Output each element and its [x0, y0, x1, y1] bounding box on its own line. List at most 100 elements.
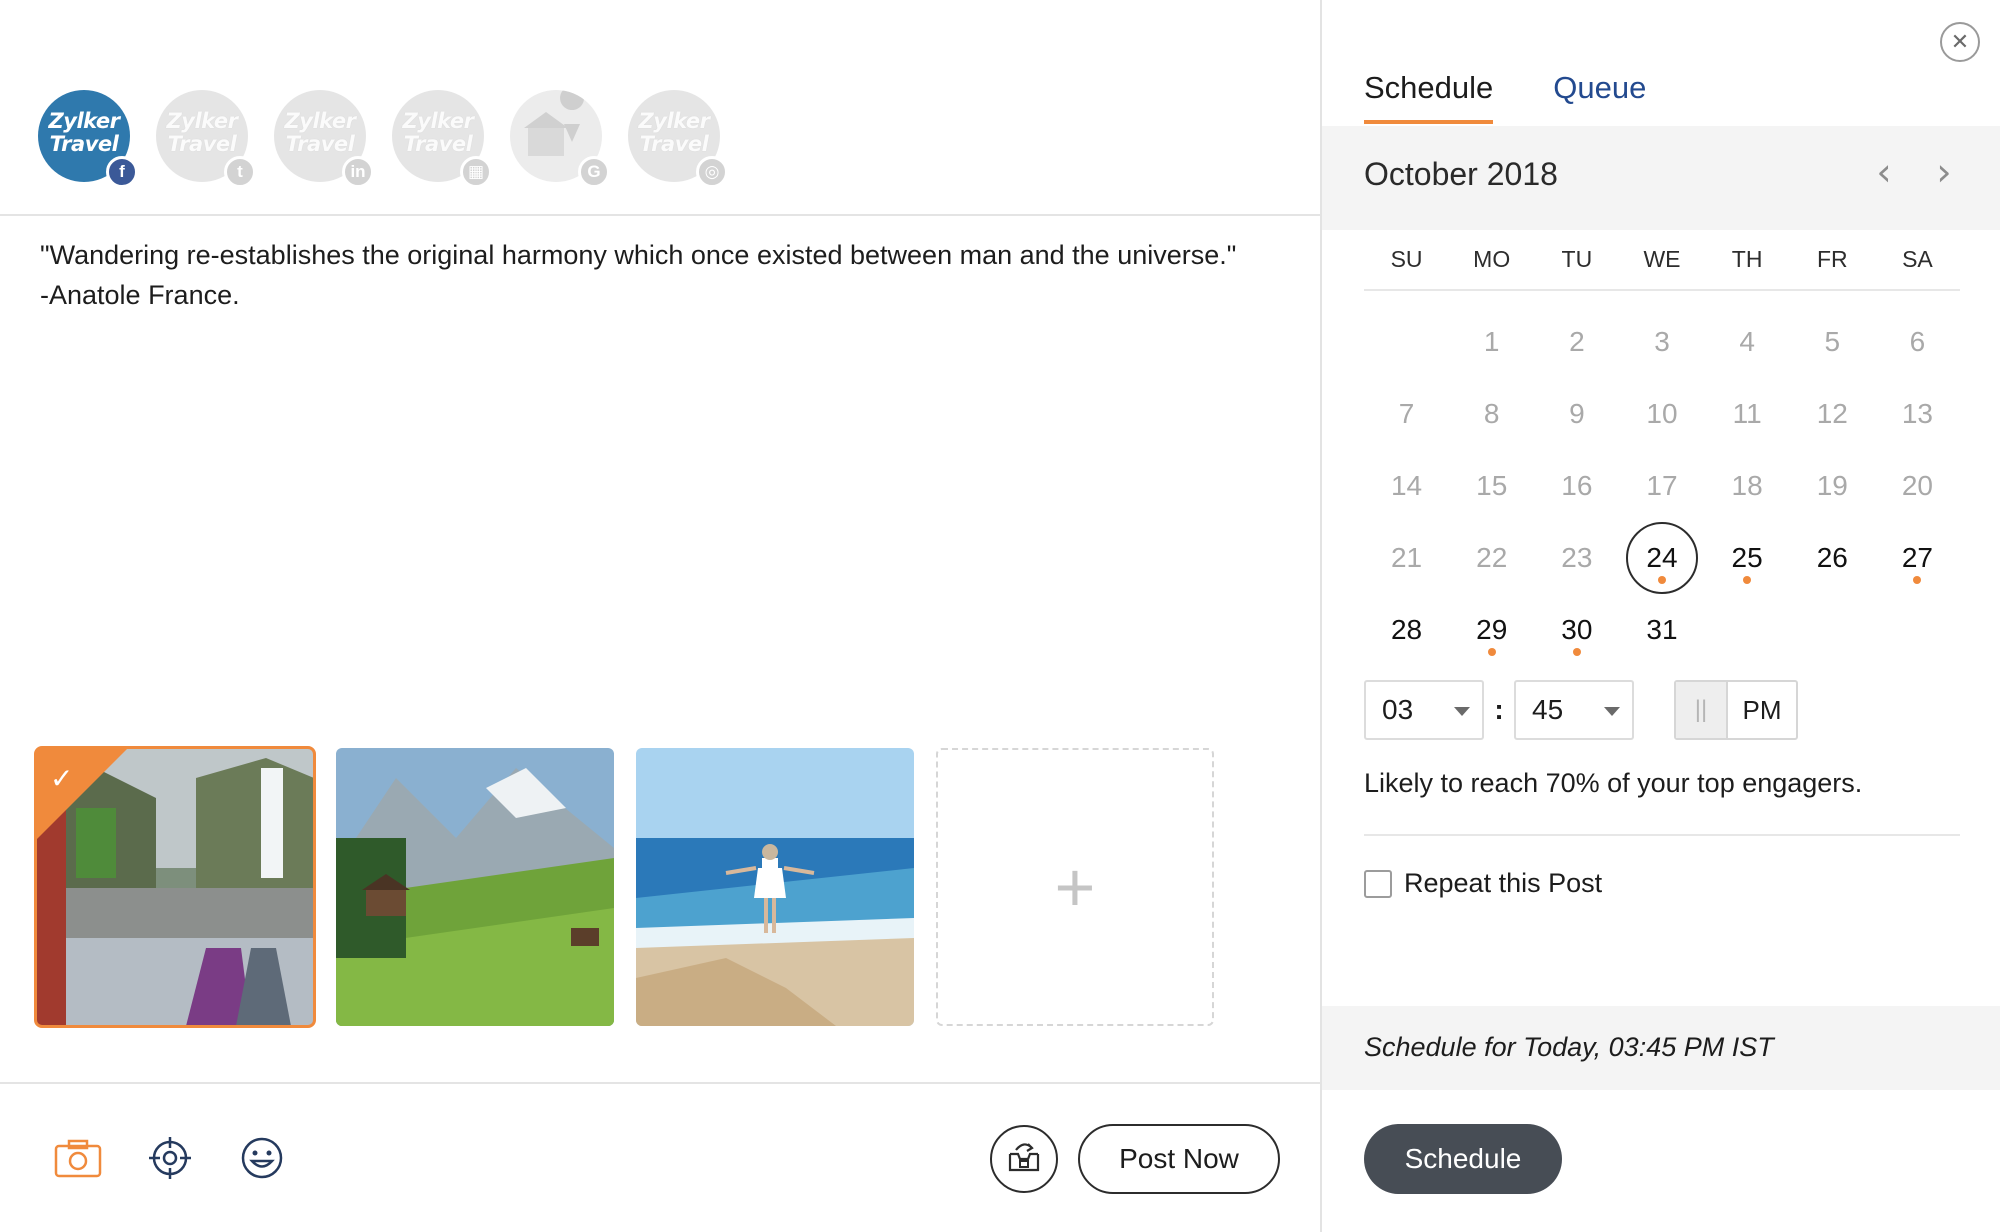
calendar-day-number: 7 [1398, 398, 1415, 429]
calendar-day[interactable]: 28 [1364, 594, 1449, 666]
linkedin-icon: in [342, 156, 374, 188]
calendar-day-number: 10 [1646, 398, 1678, 429]
calendar-day: 20 [1875, 450, 1960, 522]
calendar-day-number: 17 [1646, 470, 1678, 501]
calendar-day: 2 [1534, 306, 1619, 378]
calendar-day-number: 29 [1476, 614, 1508, 645]
scheduler-panel: ✕ Schedule Queue October 2018 ‹ › SU MO TU… [1320, 0, 2000, 1232]
calendar-day[interactable]: 30 [1534, 594, 1619, 666]
profile-twitter[interactable]: Zylker Travel t [156, 90, 256, 188]
time-picker: 03 : 45 || PM [1364, 680, 1798, 740]
calendar-day: 9 [1534, 378, 1619, 450]
caret-down-icon [1454, 707, 1470, 716]
month-label: October 2018 [1364, 156, 1558, 192]
drafts-icon [1006, 1140, 1042, 1179]
add-media-button[interactable]: + [936, 748, 1214, 1026]
schedule-summary-text: Schedule for Today, 03:45 PM IST [1364, 1032, 1774, 1062]
camera-icon[interactable] [52, 1132, 104, 1184]
close-icon[interactable]: ✕ [1940, 22, 1980, 62]
logo-text: Zylker Travel [166, 109, 238, 156]
scheduled-post-dot [1487, 648, 1496, 656]
calendar-day: 8 [1449, 378, 1534, 450]
calendar-day-number: 30 [1561, 614, 1593, 645]
logo-text: Zylker Travel [48, 109, 120, 156]
scheduled-post-dot [1657, 576, 1666, 584]
calendar-day-number: 23 [1561, 542, 1593, 573]
calendar-day: 11 [1705, 378, 1790, 450]
weekday-label: SA [1902, 246, 1933, 272]
calendar-day-number: 19 [1816, 470, 1848, 501]
media-thumb-beach[interactable] [636, 748, 914, 1026]
calendar-day-number: 3 [1654, 326, 1670, 357]
schedule-button[interactable]: Schedule [1364, 1124, 1562, 1194]
weekday-label: TU [1561, 246, 1593, 272]
calendar-day: 6 [1875, 306, 1960, 378]
profile-linkedin[interactable]: Zylker Travel in [274, 90, 374, 188]
calendar-day-number: 20 [1901, 470, 1933, 501]
compose-dialog: Zylker Travel f Zylker Travel t Zylker Travel in… [0, 0, 2000, 1232]
logo-text: Zylker Travel [284, 109, 356, 156]
profile-company-page[interactable]: Zylker Travel ▦ [392, 90, 492, 188]
calendar-day-today[interactable]: 24 [1619, 522, 1704, 594]
calendar-day-number: 27 [1901, 542, 1933, 573]
drafts-button[interactable] [990, 1125, 1058, 1193]
calendar-day-number: 16 [1561, 470, 1593, 501]
chevron-left-icon[interactable]: ‹ [1864, 150, 1904, 194]
tab-schedule[interactable]: Schedule [1364, 70, 1494, 124]
divider [0, 1082, 1320, 1084]
media-thumb-waterfall[interactable]: ✓ [34, 746, 316, 1028]
calendar-day: 4 [1705, 306, 1790, 378]
calendar-day[interactable]: 31 [1619, 594, 1704, 666]
calendar-day: 17 [1619, 450, 1704, 522]
minute-value: 45 [1532, 694, 1564, 725]
scheduled-post-dot [1913, 576, 1922, 584]
minute-select[interactable]: 45 [1514, 680, 1634, 740]
calendar-day: 10 [1619, 378, 1704, 450]
tab-queue[interactable]: Queue [1553, 70, 1646, 124]
repeat-checkbox[interactable] [1364, 869, 1392, 898]
weekday-header: SU MO TU WE TH FR SA [1364, 246, 1960, 291]
calendar-day-number: 25 [1731, 542, 1763, 573]
composer-panel: Zylker Travel f Zylker Travel t Zylker Travel in… [0, 0, 1320, 1232]
calendar-day-number: 28 [1390, 614, 1423, 645]
calendar-day: 12 [1790, 378, 1875, 450]
calendar-day: 7 [1364, 378, 1449, 450]
chevron-right-icon[interactable]: › [1924, 150, 1964, 194]
calendar-day[interactable]: 29 [1449, 594, 1534, 666]
profile-instagram[interactable]: Zylker Travel ◎ [628, 90, 728, 188]
company-page-icon: ▦ [460, 156, 492, 188]
calendar-day[interactable]: 25 [1705, 522, 1790, 594]
post-now-button[interactable]: Post Now [1078, 1124, 1280, 1194]
emoji-icon[interactable] [236, 1132, 288, 1184]
weekday-label: FR [1816, 246, 1848, 272]
schedule-summary: Schedule for Today, 03:45 PM IST [1322, 1006, 2000, 1090]
calendar-day-number: 2 [1569, 326, 1585, 357]
calendar-day-number: 18 [1731, 470, 1763, 501]
calendar-day-number: 8 [1483, 398, 1500, 429]
weekday-label: TH [1731, 246, 1763, 272]
calendar-grid: 1 2 3 4 5 6 7 8 9 10 11 12 13 14 15 16 17 18 19 20 21 22 23 24 2… [1364, 306, 1960, 666]
calendar-day[interactable]: 27 [1875, 522, 1960, 594]
hour-select[interactable]: 03 [1364, 680, 1484, 740]
post-text-area[interactable]: "Wandering re-establishes the original h… [40, 235, 1280, 315]
profile-google-my-business[interactable]: G [510, 90, 610, 188]
media-thumb-meadow[interactable] [336, 748, 614, 1026]
calendar-day-number: 26 [1816, 542, 1848, 573]
target-icon[interactable] [144, 1132, 196, 1184]
calendar-day-number: 21 [1390, 542, 1423, 573]
meridiem-toggle[interactable]: || PM [1674, 680, 1798, 740]
google-my-business-icon: G [578, 156, 610, 188]
caret-down-icon [1604, 707, 1620, 716]
calendar-day: 14 [1364, 450, 1449, 522]
calendar-empty-cell [1364, 306, 1449, 378]
calendar-day-number: 9 [1569, 398, 1585, 429]
calendar-day[interactable]: 26 [1790, 522, 1875, 594]
scheduler-tabs: Schedule Queue [1364, 70, 1646, 124]
profile-facebook[interactable]: Zylker Travel f [38, 90, 138, 188]
calendar-day-number: 24 [1646, 542, 1678, 573]
time-separator: : [1494, 694, 1504, 725]
logo-text: Zylker Travel [638, 109, 710, 156]
calendar-day: 19 [1790, 450, 1875, 522]
logo-text: Zylker Travel [402, 109, 474, 156]
repeat-post-option[interactable]: Repeat this Post [1364, 868, 1602, 899]
